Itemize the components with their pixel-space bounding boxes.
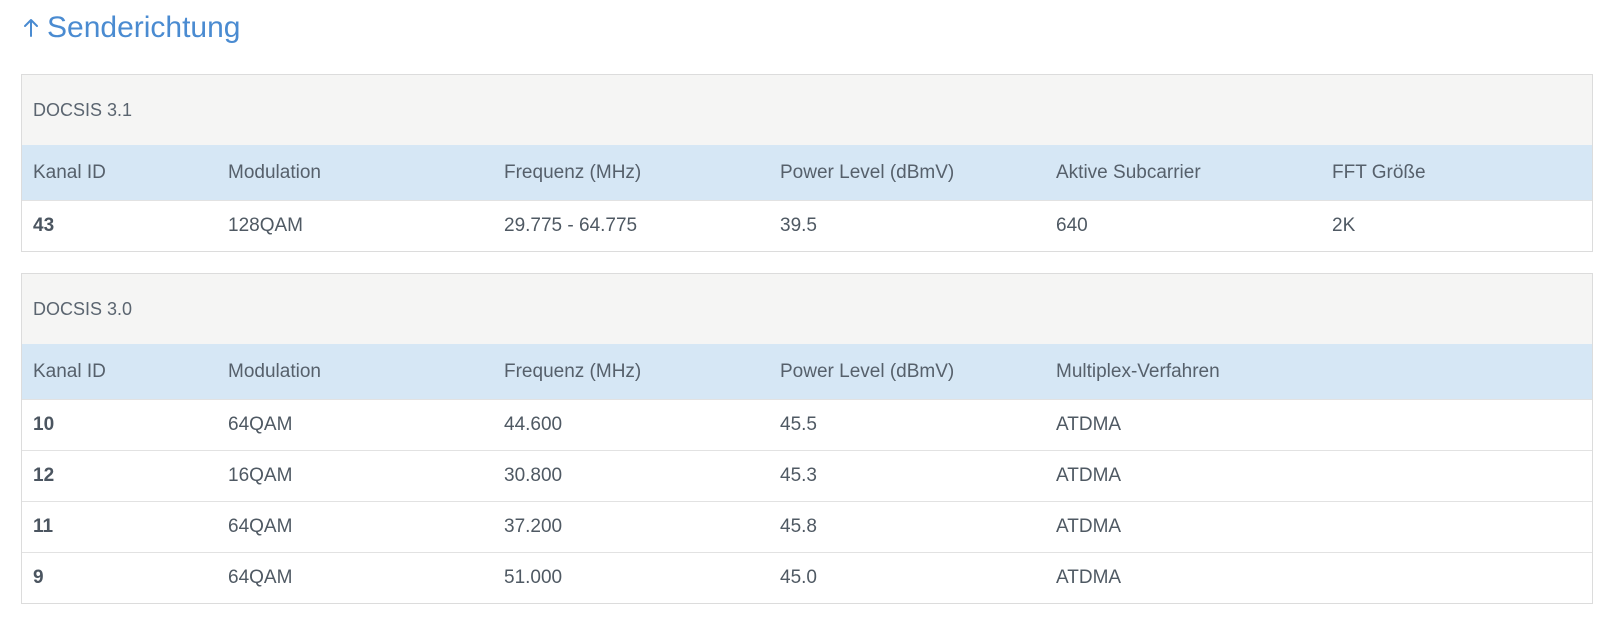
column-header-power-level: Power Level (dBmV)	[780, 161, 955, 183]
cell-kanal-id: 43	[33, 215, 55, 236]
column-header-aktive-subcarrier: Aktive Subcarrier	[1056, 161, 1201, 183]
table-row: 11 64QAM 37.200 45.8 ATDMA	[22, 501, 1592, 552]
cell-frequenz: 37.200	[504, 516, 563, 537]
column-header-modulation: Modulation	[228, 360, 321, 382]
cell-modulation: 64QAM	[228, 414, 293, 435]
table-row: 12 16QAM 30.800 45.3 ATDMA	[22, 450, 1592, 501]
cell-power-level: 45.8	[780, 516, 817, 537]
cell-frequenz: 51.000	[504, 567, 563, 588]
cell-power-level: 45.5	[780, 414, 817, 435]
cell-kanal-id: 9	[33, 567, 44, 588]
table-row: 43 128QAM 29.775 - 64.775 39.5 640 2K	[22, 200, 1592, 251]
cell-power-level: 45.3	[780, 465, 817, 486]
docsis30-column-header-row: Kanal ID Modulation Frequenz (MHz) Power…	[22, 344, 1592, 399]
arrow-up-icon	[21, 16, 41, 40]
cell-frequenz: 29.775 - 64.775	[504, 215, 638, 236]
cell-multiplex-verfahren: ATDMA	[1056, 516, 1122, 537]
docsis31-header: DOCSIS 3.1	[22, 75, 1592, 145]
cell-kanal-id: 11	[33, 516, 54, 537]
docsis30-header: DOCSIS 3.0	[22, 274, 1592, 344]
cell-kanal-id: 12	[33, 465, 55, 486]
section-title[interactable]: Senderichtung	[21, 0, 1593, 56]
table-row: 9 64QAM 51.000 45.0 ATDMA	[22, 552, 1592, 603]
column-header-power-level: Power Level (dBmV)	[780, 360, 955, 382]
cell-modulation: 16QAM	[228, 465, 293, 486]
column-header-modulation: Modulation	[228, 161, 321, 183]
cell-modulation: 64QAM	[228, 567, 293, 588]
cell-multiplex-verfahren: ATDMA	[1056, 567, 1122, 588]
column-header-fft-groesse: FFT Größe	[1332, 161, 1426, 183]
docsis31-table: DOCSIS 3.1 Kanal ID Modulation Frequenz …	[21, 74, 1593, 252]
section-title-text: Senderichtung	[47, 11, 241, 44]
cell-aktive-subcarrier: 640	[1056, 215, 1088, 236]
cell-frequenz: 44.600	[504, 414, 563, 435]
cell-modulation: 64QAM	[228, 516, 293, 537]
cell-multiplex-verfahren: ATDMA	[1056, 465, 1122, 486]
cell-fft-groesse: 2K	[1332, 215, 1356, 236]
docsis31-column-header-row: Kanal ID Modulation Frequenz (MHz) Power…	[22, 145, 1592, 200]
cell-power-level: 45.0	[780, 567, 817, 588]
column-header-frequenz: Frequenz (MHz)	[504, 360, 642, 382]
cell-power-level: 39.5	[780, 215, 817, 236]
cell-modulation: 128QAM	[228, 215, 303, 236]
docsis30-table: DOCSIS 3.0 Kanal ID Modulation Frequenz …	[21, 273, 1593, 604]
cell-multiplex-verfahren: ATDMA	[1056, 414, 1122, 435]
cell-frequenz: 30.800	[504, 465, 563, 486]
column-header-kanal-id: Kanal ID	[33, 161, 106, 183]
table-row: 10 64QAM 44.600 45.5 ATDMA	[22, 399, 1592, 450]
column-header-kanal-id: Kanal ID	[33, 360, 106, 382]
column-header-frequenz: Frequenz (MHz)	[504, 161, 642, 183]
cell-kanal-id: 10	[33, 414, 55, 435]
page: Senderichtung DOCSIS 3.1 Kanal ID Modula…	[0, 0, 1614, 604]
column-header-multiplex-verfahren: Multiplex-Verfahren	[1056, 360, 1220, 382]
